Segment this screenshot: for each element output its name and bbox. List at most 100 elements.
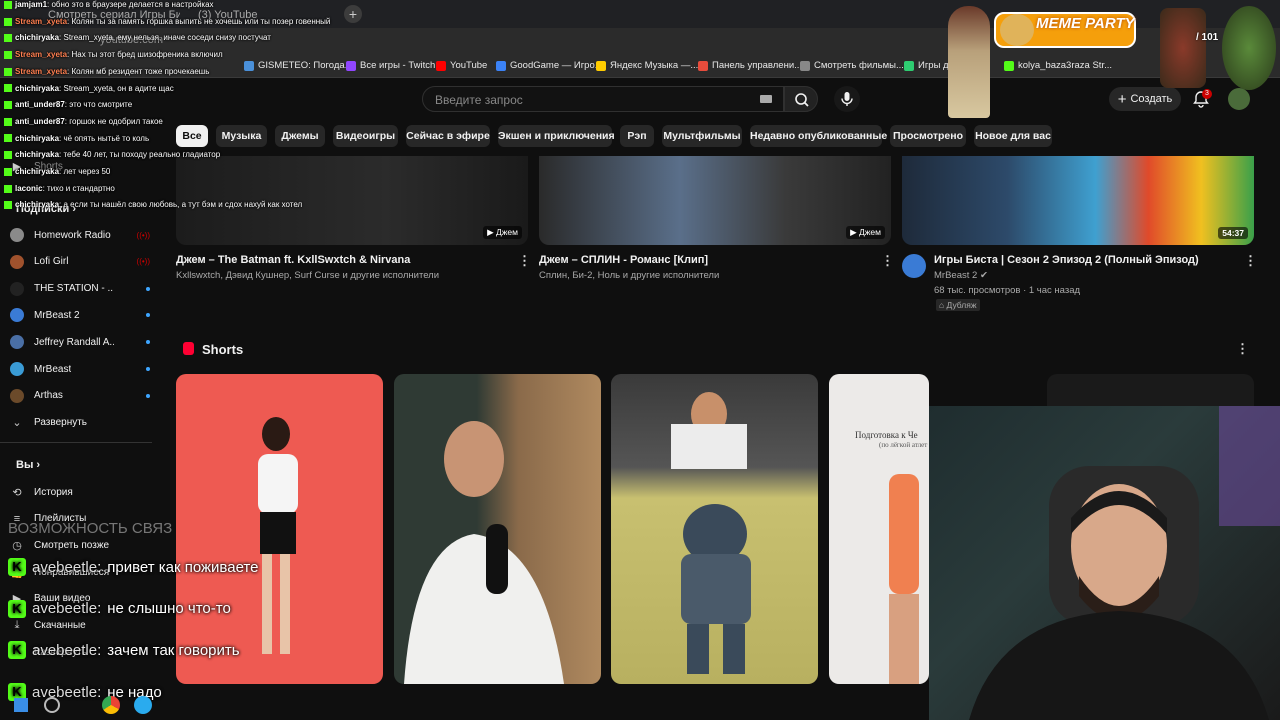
- bookmark-favicon-icon: [244, 60, 254, 71]
- video-thumbnail[interactable]: ▶ Джем: [539, 156, 891, 245]
- new-content-dot: [146, 393, 150, 398]
- chat-text: чё опять нытьё то коль: [63, 133, 150, 143]
- channel-avatar[interactable]: [902, 254, 926, 278]
- chat-message: chichiryaka: Stream_xyeta, ему нельзя, и…: [4, 33, 271, 42]
- counter-text: / 101: [1196, 32, 1219, 43]
- short-card[interactable]: [611, 374, 818, 684]
- watch-later-icon: ◷: [12, 539, 22, 552]
- chat-text: обно это в браузере делается в настройка…: [51, 0, 214, 9]
- filter-chip[interactable]: Рэп: [620, 125, 654, 147]
- sidebar-item-label: Развернуть: [34, 416, 88, 428]
- sidebar-item-label: Смотреть позже: [34, 539, 110, 551]
- video-meta: Сплин, Би-2, Ноль и другие исполнители: [539, 270, 720, 281]
- chat-message: chichiryaka: тебе 40 лет, ты походу реал…: [4, 150, 220, 159]
- sidebar-subscription[interactable]: THE STATION - ...: [10, 277, 150, 301]
- video-meta: 68 тыс. просмотров · 1 час назад: [934, 285, 1081, 296]
- more-options-icon[interactable]: ⋮: [1236, 341, 1249, 357]
- search-input[interactable]: Введите запрос: [422, 86, 784, 112]
- bookmark-item[interactable]: Смотреть фильмы...: [800, 60, 904, 71]
- more-options-icon[interactable]: ⋮: [1244, 253, 1257, 269]
- chat-icon: [4, 17, 12, 26]
- chat-icon: [4, 101, 12, 110]
- filter-chip[interactable]: Новое для вас: [974, 125, 1052, 147]
- bookmark-item[interactable]: GISMETEO: Погода...: [244, 60, 353, 71]
- settings-app-icon[interactable]: [44, 697, 60, 713]
- filter-chip[interactable]: Джемы: [275, 125, 325, 147]
- bookmark-item[interactable]: YouTube: [436, 60, 487, 71]
- channel-name[interactable]: MrBeast 2 ✔: [934, 270, 988, 281]
- filter-chip[interactable]: Экшен и приключения: [498, 125, 615, 147]
- chat-message: jamjam1: обно это в браузере делается в …: [4, 0, 214, 9]
- keyboard-icon[interactable]: [760, 95, 772, 103]
- sidebar-subscription[interactable]: MrBeast 2: [10, 303, 150, 327]
- short-card[interactable]: [394, 374, 601, 684]
- short-card[interactable]: Подготовка к Че (по лёгкой атлет: [829, 374, 929, 684]
- chat-message: chichiryaka: чё опять нытьё то коль: [4, 134, 149, 143]
- telegram-app-icon[interactable]: [134, 696, 152, 714]
- sidebar-subscription[interactable]: Arthas: [10, 384, 150, 408]
- bookmark-label: Смотреть фильмы...: [814, 60, 904, 71]
- dub-badge: ⌂ Дубляж: [936, 299, 980, 311]
- search-button[interactable]: [784, 86, 818, 112]
- new-tab-button[interactable]: +: [344, 5, 362, 23]
- sidebar-subscription[interactable]: MrBeast: [10, 357, 150, 381]
- filter-chip[interactable]: Видеоигры: [333, 125, 398, 147]
- filter-chip[interactable]: Сейчас в эфире: [406, 125, 490, 147]
- create-button[interactable]: + Создать: [1109, 87, 1181, 111]
- video-title[interactable]: Игры Биста | Сезон 2 Эпизод 2 (Полный Эп…: [934, 254, 1199, 266]
- filter-chip[interactable]: Просмотрено: [890, 125, 966, 147]
- filter-chip[interactable]: Музыка: [216, 125, 267, 147]
- chat-text: привет как поживаете: [107, 558, 259, 576]
- filter-chip[interactable]: Все: [176, 125, 208, 147]
- kick-icon: K: [8, 599, 26, 618]
- chat-username: laconic: [15, 183, 43, 193]
- live-indicator-icon: ((•)): [136, 257, 150, 267]
- chat-icon: [4, 34, 12, 43]
- video-title[interactable]: Джем – СПЛИН - Романс [Клип]: [539, 254, 708, 266]
- bookmark-favicon-icon: [346, 60, 356, 71]
- more-options-icon[interactable]: ⋮: [881, 253, 894, 269]
- chat-text: зачем так говорить: [107, 641, 240, 659]
- chat-username: chichiryaka: [15, 83, 60, 93]
- chat-icon: [4, 134, 12, 143]
- avatar[interactable]: [1228, 88, 1250, 110]
- video-title[interactable]: Джем – The Batman ft. KxllSwxtch & Nirva…: [176, 254, 410, 266]
- sidebar-item[interactable]: ⟲ История: [10, 480, 150, 504]
- voice-search-button[interactable]: [834, 86, 860, 112]
- kick-icon: K: [8, 641, 26, 660]
- windows-start-icon[interactable]: [14, 698, 28, 712]
- short-card[interactable]: [176, 374, 383, 684]
- sidebar-subscription[interactable]: Homework Radio ((•)): [10, 223, 150, 247]
- chat-text: это что смотрите: [69, 100, 133, 110]
- bookmark-item[interactable]: Яндекс Музыка —...: [596, 60, 698, 71]
- bookmark-label: GoodGame — Игро...: [510, 60, 603, 71]
- filter-chip[interactable]: Мультфильмы: [662, 125, 742, 147]
- video-thumbnail[interactable]: 54:37: [902, 156, 1254, 245]
- bookmark-label: Панель управлени...: [712, 60, 803, 71]
- channel-avatar: [10, 335, 24, 350]
- filter-chip[interactable]: Недавно опубликованные: [750, 125, 887, 147]
- chat-username: chichiryaka: [15, 200, 60, 210]
- chrome-app-icon[interactable]: [102, 696, 120, 714]
- sidebar-subscription[interactable]: Jeffrey Randall A...: [10, 330, 150, 354]
- more-options-icon[interactable]: ⋮: [518, 253, 531, 269]
- channel-name-text: MrBeast 2: [934, 270, 978, 281]
- sidebar-subscription[interactable]: Lofi Girl ((•)): [10, 250, 150, 274]
- live-indicator-icon: ((•)): [136, 230, 150, 240]
- bookmark-item[interactable]: Панель управлени...: [698, 60, 802, 71]
- chat-message: chichiryaka: лет через 50: [4, 167, 110, 176]
- chat-icon: [4, 67, 12, 76]
- bookmark-item[interactable]: Все игры - Twitch: [346, 60, 435, 71]
- you-header[interactable]: Вы ›: [16, 459, 40, 471]
- chat-message: anti_under87: это что смотрите: [4, 100, 132, 109]
- history-icon: ⟲: [12, 486, 22, 499]
- bookmark-item[interactable]: GoodGame — Игро...: [496, 60, 603, 71]
- sidebar-item-label: MrBeast: [34, 363, 72, 375]
- sidebar-expand-button[interactable]: ⌄ Развернуть: [10, 410, 150, 434]
- chat-username: jamjam1: [15, 0, 48, 9]
- chevron-down-icon: ⌄: [12, 416, 22, 429]
- chat-text: Колян мб резидент тоже прочекаешь: [71, 66, 210, 76]
- chat-text: тебе 40 лет, ты походу реально гладиатор: [63, 150, 221, 160]
- bookmark-item[interactable]: kolya_baza3raza Str...: [1004, 60, 1112, 71]
- chat-username: Stream_xyeta: [15, 66, 68, 76]
